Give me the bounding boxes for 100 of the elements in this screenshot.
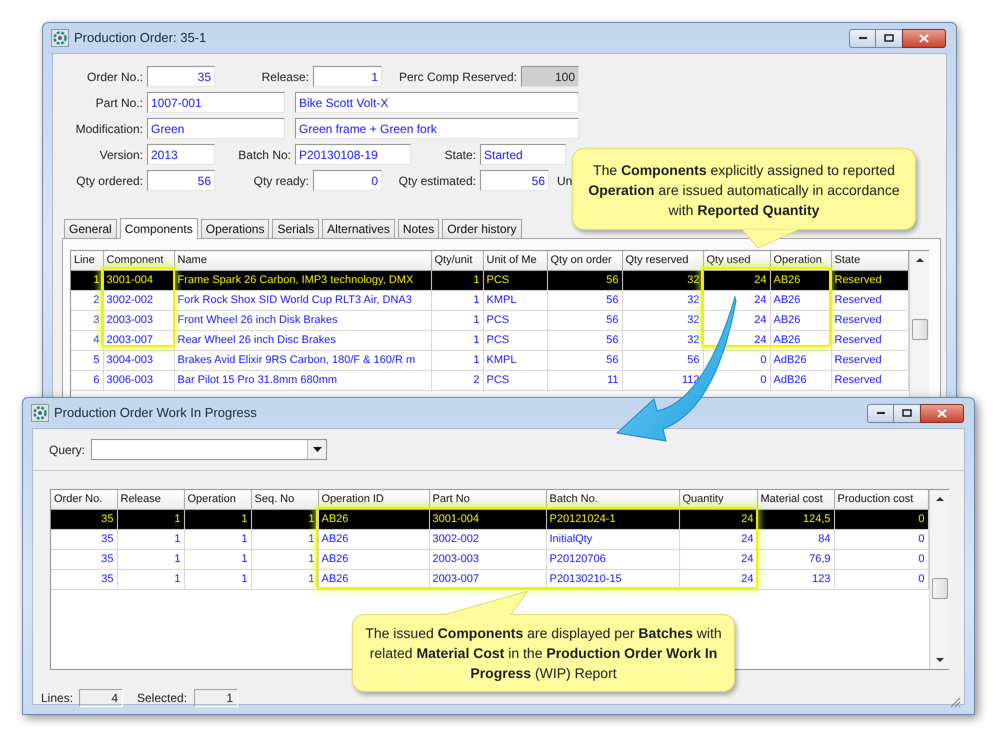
field-label: Version: [100,146,143,164]
resize-grip-icon[interactable] [949,696,961,708]
table-cell: 35 [51,529,117,549]
table-cell: 6 [71,370,103,390]
tab[interactable]: Operations [200,219,270,238]
table-cell: 1 [184,509,251,529]
table-row[interactable]: 4 2003-007 Rear Wheel 26 inch Disc Brakes 1 PCS 56 32 24 AB26 Reserved [71,330,908,350]
table-cell: 56 [547,290,622,310]
table-cell: 35 [51,549,117,569]
input-field[interactable]: 35 [147,66,215,87]
table-cell: 4 [71,330,103,350]
scroll-thumb[interactable] [912,319,928,340]
table-cell: 5 [71,350,103,370]
column-header[interactable]: Qty on order [547,251,622,270]
table-cell: 56 [547,330,622,350]
table-cell: 0 [834,569,928,589]
table-cell: 1 [117,509,184,529]
input-field[interactable]: 1007-001 [147,92,285,113]
table-cell: 1 [251,549,318,569]
input-field[interactable]: 56 [480,170,549,191]
column-header[interactable]: State [831,251,908,270]
table-cell: 32 [622,270,703,290]
tab[interactable]: Order history [442,219,522,238]
table-cell: 0 [834,509,928,529]
table-row[interactable]: 1 3001-004 Frame Spark 26 Carbon, IMP3 technology, DMX 1 PCS 56 32 24 AB26 Reserved [71,270,908,290]
column-header[interactable]: Production cost [834,490,928,509]
scroll-thumb[interactable] [932,578,948,599]
input-field[interactable]: Green frame + Green fork [295,118,579,139]
table-cell: 32 [622,330,703,350]
window-title: Production Order: 35-1 [74,29,206,48]
table-cell: Brakes Avid Elixir 9RS Carbon, 180/F & 160/R m [174,350,431,370]
tab[interactable]: General [64,219,117,238]
close-button[interactable] [902,28,946,48]
tab[interactable]: Serials [272,219,320,238]
table-cell: Rear Wheel 26 inch Disc Brakes [174,330,431,350]
table-cell: Fork Rock Shox SID World Cup RLT3 Air, DNA3 [174,290,431,310]
column-header[interactable]: Qty reserved [622,251,703,270]
minimize-button[interactable] [849,28,876,48]
table-cell: 1 [431,290,483,310]
input-field[interactable]: Started [480,144,566,165]
tab[interactable]: Notes [398,219,440,238]
table-cell: 1 [184,569,251,589]
field-label: Qty ordered: [76,172,143,190]
table-row[interactable]: 35 1 1 1 AB26 2003-007 P20130210-15 24 123 0 [51,569,928,589]
scrollbar[interactable] [928,490,948,669]
input-field[interactable]: 2013 [147,144,215,165]
status-value: 4 [79,689,123,707]
table-row[interactable]: 3 2003-003 Front Wheel 26 inch Disk Brakes 1 PCS 56 32 24 AB26 Reserved [71,310,908,330]
status-label: Selected: [137,690,188,707]
table-cell: Reserved [831,370,908,390]
column-header[interactable]: Unit of Me [483,251,547,270]
table-cell: 1 [117,569,184,589]
table-row[interactable]: 2 3002-002 Fork Rock Shox SID World Cup RLT3 Air, DNA3 1 KMPL 56 32 24 AB26 Reserved [71,290,908,310]
table-cell: 1 [431,270,483,290]
input-field[interactable]: 0 [313,170,382,191]
column-header[interactable]: Operation [184,490,251,509]
table-cell: 3001-004 [429,509,546,529]
column-header[interactable]: Order No. [51,490,117,509]
column-header[interactable]: Qty/unit [431,251,483,270]
table-cell: PCS [483,270,547,290]
table-cell: 3002-002 [429,529,546,549]
input-field[interactable]: 56 [147,170,215,191]
dropdown-caret-icon[interactable] [312,447,322,452]
column-header[interactable]: Name [174,251,431,270]
input-field[interactable]: P20130108-19 [295,144,411,165]
table-cell: AB26 [318,529,429,549]
field-label: Batch No: [238,146,291,164]
close-button[interactable] [920,404,964,422]
table-row[interactable]: 35 1 1 1 AB26 2003-003 P20120706 24 76,9 0 [51,549,928,569]
table-cell: AB26 [770,330,831,350]
table-cell: P20120706 [546,549,679,569]
close-icon [919,34,929,42]
tab[interactable]: Components [120,218,198,239]
minimize-icon [876,411,886,415]
input-field[interactable]: 1 [313,66,382,87]
cog-icon [31,404,49,422]
table-cell: 2003-003 [429,549,546,569]
column-header[interactable]: Seq. No [251,490,318,509]
field-label: State: [444,146,476,164]
column-header[interactable]: Release [117,490,184,509]
table-cell: Reserved [831,350,908,370]
status-value: 1 [194,689,238,707]
table-cell: Reserved [831,310,908,330]
input-field[interactable]: 100 [521,66,579,87]
maximize-icon [902,409,912,417]
maximize-button[interactable] [894,404,920,422]
field-label: Un [557,172,572,190]
table-cell: 3001-004 [103,270,174,290]
minimize-button[interactable] [867,404,894,422]
tab[interactable]: Alternatives [322,219,395,238]
column-header[interactable]: Line [71,251,103,270]
table-row[interactable]: 5 3004-003 Brakes Avid Elixir 9RS Carbon, 180/F & 160/R m 1 KMPL 56 56 0 AdB26 Reserved [71,350,908,370]
input-field[interactable]: Bike Scott Volt-X [295,92,579,113]
table-row[interactable]: 35 1 1 1 AB26 3001-004 P20121024-1 24 124,5 0 [51,509,928,529]
maximize-button[interactable] [876,28,902,48]
table-cell: 24 [679,509,757,529]
table-cell: 1 [71,270,103,290]
input-field[interactable]: Green [147,118,285,139]
table-row[interactable]: 35 1 1 1 AB26 3002-002 InitialQty 24 84 0 [51,529,928,549]
column-header[interactable]: Material cost [757,490,834,509]
